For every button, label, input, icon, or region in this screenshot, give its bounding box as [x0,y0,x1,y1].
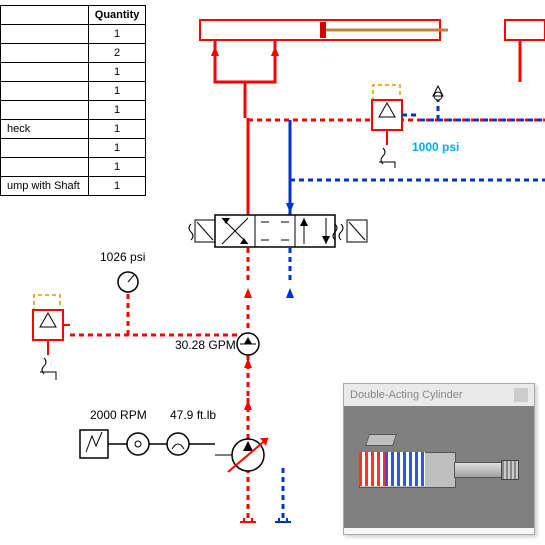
pressure-gauge [118,272,138,292]
reservoir [275,518,291,522]
pressure-line [211,40,520,215]
return-line [286,120,294,215]
double-acting-cylinder [505,20,545,40]
pressure-relief-valve [372,100,420,168]
check-valve [433,86,443,100]
cylinder-3d-icon [359,432,519,502]
bom-table: Quantity 1 2 1 1 1 heck1 1 1 ump with Sh… [0,5,146,196]
relief-pressure-reading: 1000 psi [412,140,459,154]
pressure-relief-valve [33,310,70,380]
variable-displacement-pump [215,438,268,472]
flow-reading: 30.28 GPM [175,338,236,352]
coupling [108,433,215,455]
close-icon[interactable] [514,388,528,402]
flow-meter [237,333,259,355]
directional-control-valve [189,215,367,247]
pressure-gauge-reading: 1026 psi [100,250,145,264]
col-item [1,6,89,25]
reservoir [240,518,256,522]
component-preview-popup[interactable]: Double-Acting Cylinder [343,383,535,535]
popup-title: Double-Acting Cylinder [350,389,463,401]
torque-reading: 47.9 ft.lb [170,408,216,422]
rpm-reading: 2000 RPM [90,408,147,422]
double-acting-cylinder [200,20,448,40]
popup-body [344,406,534,528]
col-qty: Quantity [88,6,146,25]
electric-motor [80,430,108,458]
